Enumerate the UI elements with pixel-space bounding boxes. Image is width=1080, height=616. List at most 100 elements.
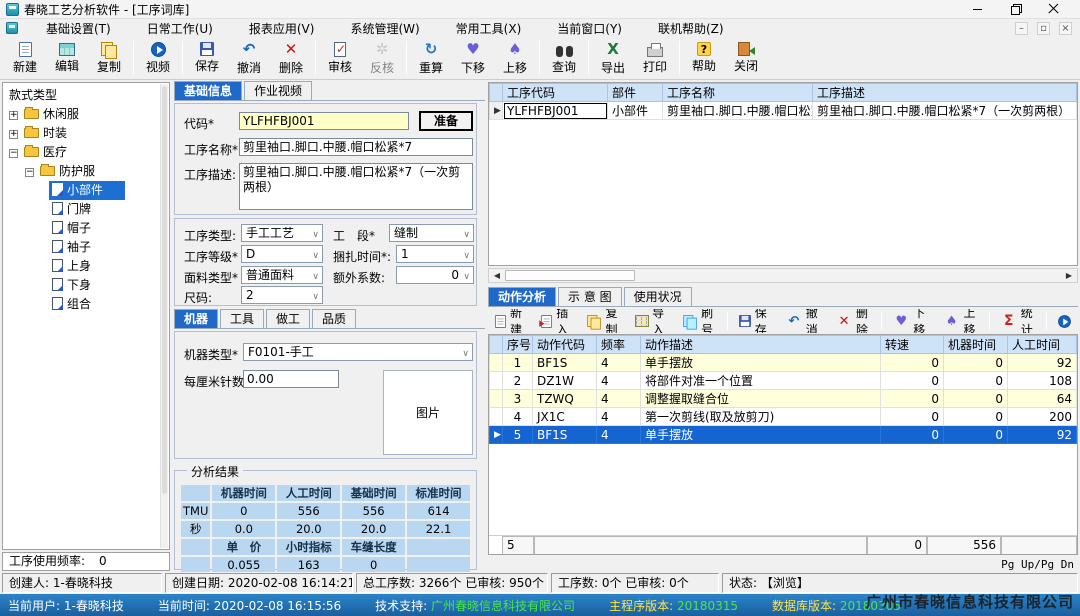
sidebar-item-doorplate[interactable]: 门牌 xyxy=(3,200,169,219)
audit-button[interactable]: 审核 xyxy=(319,38,361,78)
menu-daily-work[interactable]: 日常工作(U) xyxy=(135,20,225,37)
tree-scrollbar[interactable] xyxy=(160,84,168,548)
code-input[interactable]: YLFHFBJ001 xyxy=(239,112,409,130)
process-row[interactable]: ▶ YLFHFBJ001 小部件 剪里袖口.脚口.中腰.帽口松紧*7 剪里袖口.… xyxy=(490,102,1077,120)
sidebar-item-small-parts[interactable]: 小部件 xyxy=(3,181,169,200)
scroll-right-icon[interactable]: ▶ xyxy=(1062,270,1076,281)
tab-action-analysis[interactable]: 动作分析 xyxy=(488,287,556,306)
tab-quality[interactable]: 品质 xyxy=(312,309,356,328)
move-up-button[interactable]: ♠上移 xyxy=(494,38,536,78)
save-button[interactable]: 保存 xyxy=(186,38,228,78)
sidebar-item-upper-body[interactable]: 上身 xyxy=(3,257,169,276)
expand-icon[interactable]: + xyxy=(9,130,18,139)
action-move-down-button[interactable]: ♥下移 xyxy=(886,310,934,332)
action-import-button[interactable]: 导入 xyxy=(629,310,674,332)
tab-workmanship[interactable]: 做工 xyxy=(266,309,310,328)
action-row[interactable]: 4 JX1C 4 第一次剪线(取及放剪刀) 0 0 200 xyxy=(490,408,1077,426)
sidebar-item-medical[interactable]: −医疗 xyxy=(3,143,169,162)
status-total-processes: 总工序数: 3266个 已审核: 950个 xyxy=(356,573,548,593)
process-horizontal-scrollbar[interactable]: ◀ ▶ xyxy=(488,268,1078,283)
restore-icon[interactable] xyxy=(1010,3,1022,15)
tab-tools[interactable]: 工具 xyxy=(220,309,264,328)
mdi-close-icon[interactable]: × xyxy=(1059,22,1072,35)
menu-tools[interactable]: 常用工具(X) xyxy=(444,20,534,37)
action-row-selected[interactable]: ▶ 5 BF1S 4 单手摆放 0 0 92 xyxy=(490,426,1077,444)
action-insert-button[interactable]: 插入 xyxy=(534,310,578,332)
action-move-up-button[interactable]: ♠上移 xyxy=(937,310,985,332)
move-down-button[interactable]: ♥下移 xyxy=(452,38,494,78)
action-row[interactable]: 2 DZ1W 4 将部件对准一个位置 0 0 108 xyxy=(490,372,1077,390)
edit-button[interactable]: 编辑 xyxy=(46,38,88,78)
export-button[interactable]: X导出 xyxy=(592,38,634,78)
scrollbar-thumb[interactable] xyxy=(505,270,635,281)
bundle-time-select[interactable]: 1 xyxy=(396,245,474,263)
action-delete-button[interactable]: ✕删除 xyxy=(829,310,877,332)
expand-icon[interactable]: + xyxy=(9,111,18,120)
menu-basic-settings[interactable]: 基础设置(T) xyxy=(34,20,123,37)
copy-icon xyxy=(101,42,117,57)
menu-help[interactable]: 联机帮助(Z) xyxy=(646,20,736,37)
action-row[interactable]: 1 BF1S 4 单手摆放 0 0 92 xyxy=(490,354,1077,372)
action-undo-button[interactable]: ↶撤消 xyxy=(779,310,827,332)
process-type-select[interactable]: 手工工艺 xyxy=(241,224,323,242)
action-renumber-button[interactable]: 刷号 xyxy=(676,310,723,332)
sidebar-item-lower-body[interactable]: 下身 xyxy=(3,276,169,295)
current-time-label: 当前时间: xyxy=(158,599,210,613)
copy-button[interactable]: 复制 xyxy=(88,38,130,78)
machine-type-select[interactable]: F0101-手工 xyxy=(243,343,473,361)
sidebar-item-fashion[interactable]: +时装 xyxy=(3,124,169,143)
process-name-input[interactable]: 剪里袖口.脚口.中腰.帽口松紧*7 xyxy=(239,138,473,156)
extra-factor-select[interactable]: 0 xyxy=(396,266,474,284)
undo-button[interactable]: ↶撤消 xyxy=(228,38,270,78)
action-row[interactable]: 3 TZWQ 4 调整握取缝合位 0 0 64 xyxy=(490,390,1077,408)
detail-panel: 基础信息 作业视频 代码* YLFHFBJ001 准备 工序名称* 剪里袖口.脚… xyxy=(174,82,485,572)
menu-system[interactable]: 系统管理(W) xyxy=(338,20,431,37)
process-name-cell[interactable]: 剪里袖口.脚口.中腰.帽口松紧*7 xyxy=(663,102,813,120)
action-new-button[interactable]: 新建 xyxy=(488,310,532,332)
sidebar-item-hat[interactable]: 帽子 xyxy=(3,219,169,238)
action-copy-button[interactable]: 复制 xyxy=(580,310,627,332)
collapse-icon[interactable]: − xyxy=(25,168,34,177)
menu-reports[interactable]: 报表应用(V) xyxy=(237,20,327,37)
action-save-button[interactable]: 保存 xyxy=(732,310,777,332)
recalculate-button[interactable]: ↻重算 xyxy=(410,38,452,78)
collapse-icon[interactable]: − xyxy=(9,149,18,158)
new-button[interactable]: 新建 xyxy=(4,38,46,78)
tab-basic-info[interactable]: 基础信息 xyxy=(174,81,242,100)
sidebar-item-casual[interactable]: +休闲服 xyxy=(3,105,169,124)
size-select[interactable]: 2 xyxy=(241,286,323,304)
part-cell[interactable]: 小部件 xyxy=(608,102,663,120)
process-code-cell[interactable]: YLFHFBJ001 xyxy=(503,102,608,120)
mdi-restore-icon[interactable]: ▫ xyxy=(1037,22,1050,35)
tab-diagram[interactable]: 示 意 图 xyxy=(558,287,622,306)
close-icon[interactable] xyxy=(1048,3,1060,15)
scroll-left-icon[interactable]: ◀ xyxy=(490,270,504,281)
menu-current-window[interactable]: 当前窗口(Y) xyxy=(545,20,634,37)
reverse-audit-button: ✲反核 xyxy=(361,38,403,78)
help-button[interactable]: ?帮助 xyxy=(683,38,725,78)
tab-usage-status[interactable]: 使用状况 xyxy=(624,287,692,306)
action-video-button[interactable] xyxy=(1051,310,1078,332)
print-button[interactable]: 打印 xyxy=(634,38,676,78)
tab-machine[interactable]: 机器 xyxy=(174,309,218,328)
minimize-icon[interactable] xyxy=(972,3,984,15)
query-button[interactable]: 查询 xyxy=(543,38,585,78)
action-stats-button[interactable]: Σ统计 xyxy=(994,310,1042,332)
process-desc-cell[interactable]: 剪里袖口.脚口.中腰.帽口松紧*7（一次剪两根） xyxy=(813,102,1077,120)
close-window-button[interactable]: 关闭 xyxy=(725,38,767,78)
sidebar-item-combo[interactable]: 组合 xyxy=(3,295,169,314)
grade-select[interactable]: D xyxy=(241,245,323,263)
video-button[interactable]: 视频 xyxy=(137,38,179,78)
sidebar-item-protective[interactable]: −防护服 xyxy=(3,162,169,181)
process-desc-textarea[interactable]: 剪里袖口.脚口.中腰.帽口松紧*7（一次剪两根） xyxy=(239,163,473,210)
ready-button[interactable]: 准备 xyxy=(419,111,473,131)
sidebar-item-sleeve[interactable]: 袖子 xyxy=(3,238,169,257)
toolbar-separator xyxy=(881,312,882,330)
stage-select[interactable]: 缝制 xyxy=(389,224,474,242)
status-mode: 状态: 【浏览】 xyxy=(722,573,1078,593)
delete-button[interactable]: ✕删除 xyxy=(270,38,312,78)
stitch-count-input[interactable]: 0.00 xyxy=(243,370,339,388)
fabric-type-select[interactable]: 普通面料 xyxy=(241,266,323,284)
tab-work-video[interactable]: 作业视频 xyxy=(244,81,312,100)
mdi-minimize-icon[interactable]: – xyxy=(1015,22,1028,35)
